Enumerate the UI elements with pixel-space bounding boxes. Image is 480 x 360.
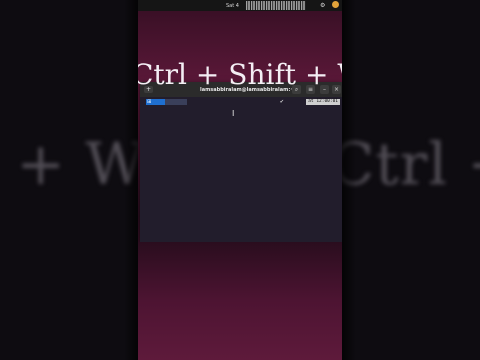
prompt-os-segment: ⊞ [146,99,165,105]
top-bar-glitch [246,1,306,10]
terminal-body[interactable]: ⊞ ✔ at 12:00:01 I [140,97,342,242]
desktop-wallpaper-bottom [138,242,342,360]
background-shortcut-text: Ctrl + Shift + W [342,130,480,198]
frame-shadow-right [342,0,356,360]
background-shortcut-text: Ctrl + Shift + W [0,130,138,198]
status-indicator-icon[interactable] [332,1,339,8]
blurred-background-left: Ctrl + Shift + W [0,0,138,360]
top-bar-clock[interactable]: Sat 4 [226,3,239,9]
blurred-background-right: Ctrl + Shift + W [342,0,480,360]
desktop-top-bar: Sat 4 ⚙ [138,0,342,11]
video-frame: Sat 4 ⚙ + lamsabbiralam@lamsabbiralam:~ … [138,0,342,360]
terminal-window[interactable]: + lamsabbiralam@lamsabbiralam:~ ⌕ ≡ – × … [140,82,342,242]
shell-prompt: ⊞ ✔ at 12:00:01 [146,99,340,105]
prompt-path-segment [165,99,187,105]
prompt-time: at 12:00:01 [306,99,340,105]
prompt-status: ✔ [279,99,284,105]
text-cursor: I [232,109,235,118]
gear-icon[interactable]: ⚙ [320,2,325,9]
frame-shadow-left [124,0,138,360]
shortcut-overlay-text: Ctrl + Shift + W [138,58,342,91]
